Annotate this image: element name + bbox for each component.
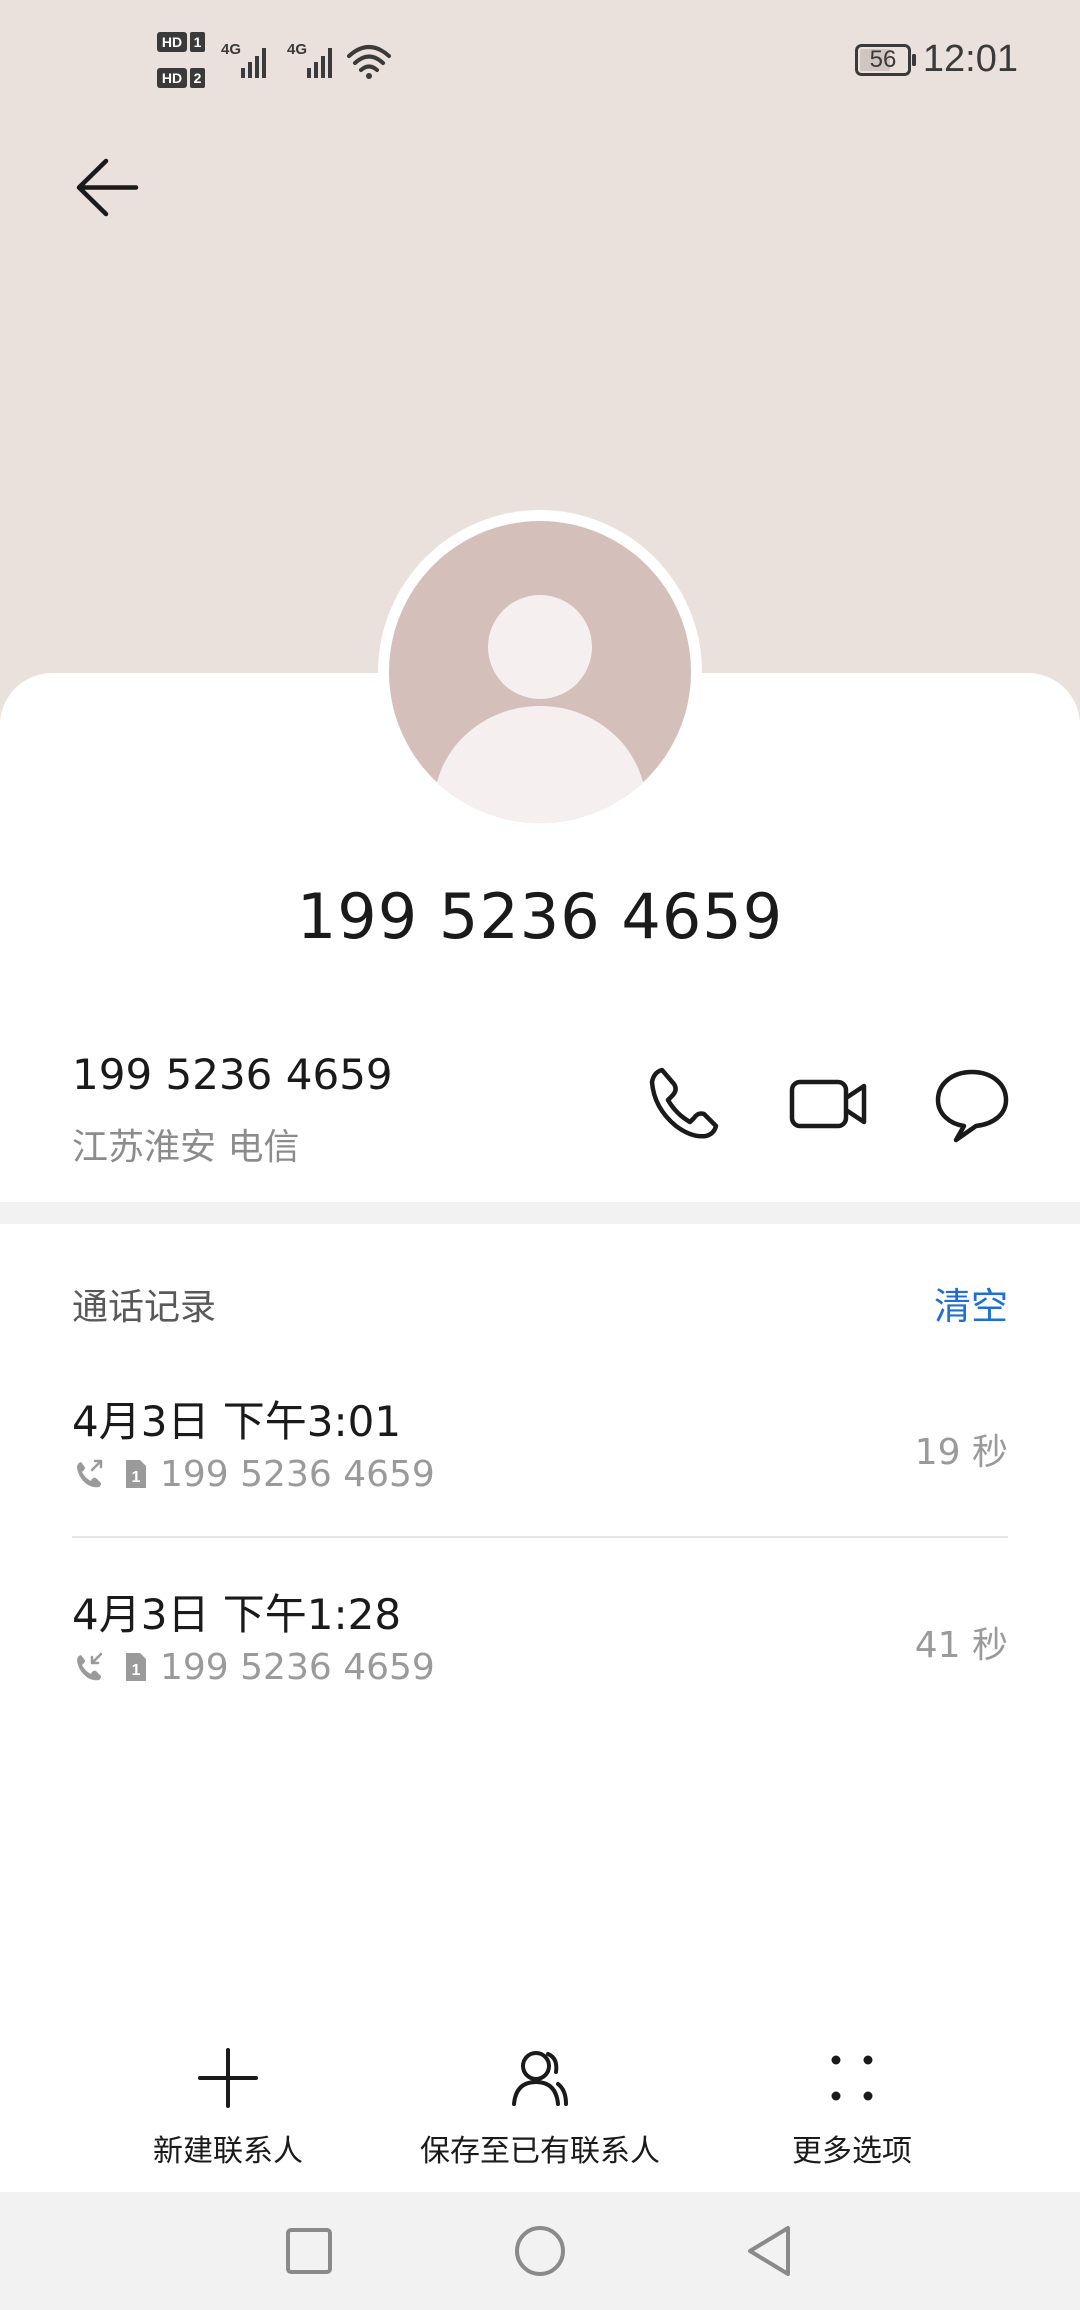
svg-text:HD: HD — [162, 70, 182, 86]
svg-text:1: 1 — [132, 1662, 141, 1679]
home-icon[interactable] — [511, 2222, 569, 2280]
avatar — [378, 510, 702, 834]
call-time: 4月3日 下午1:28 — [72, 1590, 402, 1639]
video-call-icon[interactable] — [786, 1062, 870, 1146]
clear-call-log-button[interactable]: 清空 — [934, 1276, 1008, 1330]
outgoing-call-icon — [77, 1459, 103, 1488]
phone-number[interactable]: 199 5236 4659 — [72, 1050, 393, 1099]
plus-icon — [198, 2048, 258, 2108]
new-contact-label: 新建联系人 — [153, 2134, 303, 2169]
new-contact-button[interactable]: 新建联系人 — [128, 2046, 328, 2170]
more-options-label: 更多选项 — [792, 2134, 912, 2169]
signal-4g-icon: 4G — [221, 41, 266, 78]
call-duration: 41 秒 — [914, 1625, 1008, 1666]
svg-text:1: 1 — [194, 34, 202, 50]
save-to-existing-contact-button[interactable]: 保存至已有联系人 — [400, 2046, 680, 2170]
hd-sim2-icon: HD 2 — [157, 68, 205, 88]
battery-level: 56 — [869, 46, 897, 73]
call-meta: 1 199 5236 4659 — [72, 1452, 435, 1496]
signal-4g-icon: 4G — [287, 41, 332, 78]
call-time: 4月3日 下午3:01 — [72, 1397, 402, 1446]
wifi-icon — [347, 45, 391, 79]
call-log-title: 通话记录 — [72, 1287, 217, 1328]
nav-back-icon[interactable] — [742, 2222, 800, 2280]
sim1-icon: 1 — [126, 1653, 146, 1681]
svg-text:2: 2 — [194, 70, 202, 86]
section-divider — [0, 1202, 1080, 1224]
svg-text:4G: 4G — [287, 41, 307, 58]
svg-text:HD: HD — [162, 34, 182, 50]
sim1-icon: 1 — [126, 1460, 146, 1488]
call-log-entry[interactable]: 4月3日 下午3:01 1 199 5236 4659 19 秒 — [0, 1388, 1080, 1578]
more-dots-icon — [831, 2055, 873, 2101]
call-number: 199 5236 4659 — [160, 1646, 435, 1688]
status-bar: HD 1 HD 2 4G 4G 56 12:01 — [0, 0, 1080, 130]
message-icon[interactable] — [930, 1062, 1014, 1146]
call-log-entry[interactable]: 4月3日 下午1:28 1 199 5236 4659 41 秒 — [0, 1581, 1080, 1771]
status-clock: 12:01 — [922, 38, 1018, 80]
call-number: 199 5236 4659 — [160, 1453, 435, 1495]
signal-status-icons: HD 1 HD 2 4G 4G — [157, 32, 391, 88]
incoming-call-icon — [77, 1652, 103, 1681]
save-to-existing-label: 保存至已有联系人 — [420, 2134, 660, 2169]
svg-text:1: 1 — [132, 1469, 141, 1486]
page-title: 199 5236 4659 — [296, 880, 784, 953]
back-arrow-icon[interactable] — [70, 150, 145, 225]
call-meta: 1 199 5236 4659 — [72, 1645, 435, 1689]
recent-apps-icon[interactable] — [280, 2222, 338, 2280]
svg-text:4G: 4G — [221, 41, 241, 58]
phone-icon[interactable] — [642, 1062, 726, 1146]
call-duration: 19 秒 — [914, 1432, 1008, 1473]
row-divider — [72, 1536, 1008, 1538]
number-location: 江苏淮安 电信 — [72, 1127, 300, 1168]
contacts-icon — [512, 2051, 568, 2106]
more-options-button[interactable]: 更多选项 — [752, 2046, 952, 2170]
hd-sim1-icon: HD 1 — [157, 32, 205, 52]
